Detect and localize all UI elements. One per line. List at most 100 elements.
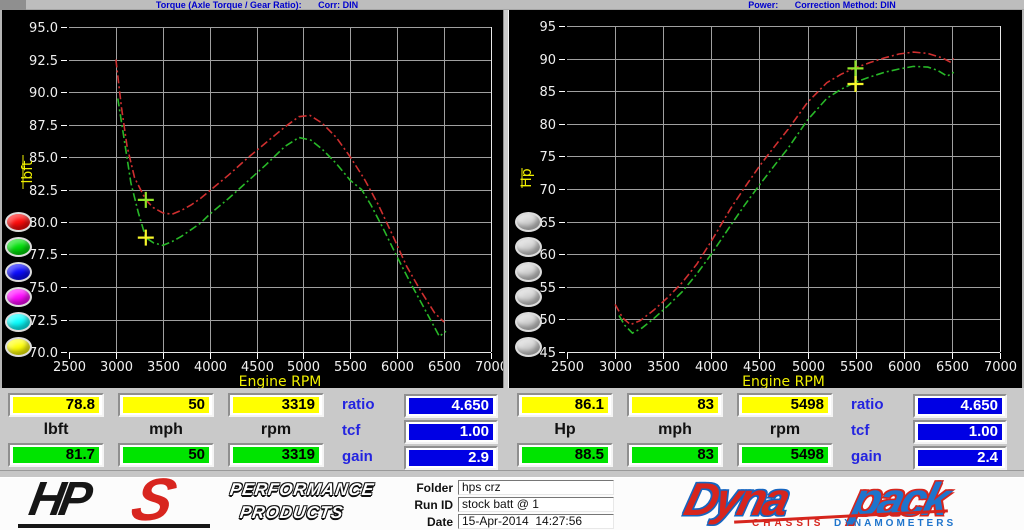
value-box: 2.4 [913, 446, 1007, 470]
svg-text:70.0: 70.0 [29, 346, 58, 361]
value-box: 81.7 [8, 443, 104, 467]
value-box: 4.650 [913, 394, 1007, 418]
date-label: Date [398, 515, 453, 529]
svg-text:75.0: 75.0 [29, 281, 58, 296]
svg-text:5000: 5000 [792, 360, 825, 375]
rpm-unit-label: rpm [737, 421, 833, 439]
run-button-gray-6[interactable] [515, 337, 542, 357]
svg-text:4500: 4500 [241, 360, 274, 375]
svg-text:2500: 2500 [53, 360, 86, 375]
power-unit-label: Hp [517, 421, 613, 439]
speed-green-value: 83 [632, 447, 718, 463]
svg-text:82.5: 82.5 [29, 184, 58, 199]
svg-text:75: 75 [539, 150, 556, 165]
axis-titles: Engine RPM lbft [20, 155, 321, 388]
run-button-gray-1[interactable] [515, 212, 542, 232]
dyno-software-window: Torque (Axle Torque / Gear Ratio): Corr:… [0, 0, 1024, 530]
run-button-red[interactable] [5, 212, 32, 232]
power-chart-title: Power: [748, 0, 778, 10]
speed-yellow-value: 50 [123, 397, 209, 413]
rpm-yellow-value: 5498 [742, 397, 828, 413]
value-box: 1.00 [404, 420, 498, 444]
power-green-value: 88.5 [522, 447, 608, 463]
cursor-yellow[interactable] [138, 230, 154, 246]
run-button-gray-2[interactable] [515, 237, 542, 257]
run-id-field[interactable]: stock batt @ 1 [458, 497, 614, 512]
power-correction-label: Correction Method: DIN [795, 0, 896, 10]
svg-text:3500: 3500 [147, 360, 180, 375]
axis-tick-labels: 9590858075706560555045250030003500400045… [539, 20, 1017, 375]
date-field[interactable]: 15-Apr-2014 14:27:56 [458, 514, 614, 529]
svg-text:65: 65 [539, 216, 556, 231]
svg-text:87.5: 87.5 [29, 119, 58, 134]
torque-chart-panel: 95.092.590.087.585.082.580.077.575.072.5… [0, 10, 503, 388]
title-bar: Torque (Axle Torque / Gear Ratio): Corr:… [0, 0, 1024, 10]
power-yellow-value: 86.1 [522, 397, 608, 413]
svg-text:80: 80 [539, 118, 556, 133]
run-button-yellow[interactable] [5, 337, 32, 357]
folder-field[interactable]: hps crz [458, 480, 614, 495]
svg-text:45: 45 [539, 346, 556, 361]
value-box: 50 [118, 443, 214, 467]
torque-chart-header: Torque (Axle Torque / Gear Ratio): Corr:… [57, 0, 457, 10]
svg-text:4000: 4000 [695, 360, 728, 375]
dynapack-logo: Dyna pack CHASSIS DYNAMOMETERS [672, 472, 1024, 530]
axis-ticks [61, 28, 492, 360]
run-info-form: Folder hps crz Run ID stock batt @ 1 Dat… [398, 478, 628, 530]
svg-text:5500: 5500 [840, 360, 873, 375]
speed-unit-label: mph [627, 421, 723, 439]
cursor-green[interactable] [847, 60, 863, 76]
rpm-green-value: 5498 [742, 447, 828, 463]
cursor-yellow[interactable] [847, 76, 863, 92]
svg-text:6500: 6500 [936, 360, 969, 375]
gain-value: 2.4 [918, 450, 1002, 466]
torque-correction-label: Corr: DIN [318, 0, 358, 10]
hps-performance-text: PERFORMANCE [229, 480, 376, 500]
dynapack-dynamometers-text: DYNAMOMETERS [834, 518, 956, 529]
hps-logo-underline [18, 524, 210, 528]
x-axis-title: Engine RPM [239, 374, 322, 388]
y-axis-title: lbft [20, 160, 36, 183]
svg-text:55: 55 [539, 281, 556, 296]
svg-text:60: 60 [539, 248, 556, 263]
run-id-label: Run ID [398, 498, 453, 512]
ratio-label: ratio [342, 396, 375, 413]
run-button-blue[interactable] [5, 262, 32, 282]
torque-unit-label: lbft [8, 421, 104, 439]
svg-text:7000: 7000 [475, 360, 503, 375]
run-button-gray-3[interactable] [515, 262, 542, 282]
tcf-value: 1.00 [409, 424, 493, 440]
power-chart-header: Power: Correction Method: DIN [622, 0, 1022, 10]
axis-titles: Engine RPMHp [519, 168, 825, 388]
svg-text:70: 70 [539, 183, 556, 198]
svg-text:5000: 5000 [287, 360, 320, 375]
run-button-magenta[interactable] [5, 287, 32, 307]
run-button-gray-4[interactable] [515, 287, 542, 307]
title-bar-corner [0, 0, 26, 10]
run-button-green[interactable] [5, 237, 32, 257]
torque-chart[interactable]: 95.092.590.087.585.082.580.077.575.072.5… [2, 10, 503, 388]
svg-text:6000: 6000 [888, 360, 921, 375]
svg-text:95.0: 95.0 [29, 21, 58, 36]
value-box: 50 [118, 393, 214, 417]
run-button-gray-5[interactable] [515, 312, 542, 332]
svg-text:90.0: 90.0 [29, 86, 58, 101]
hps-products-text: PRODUCTS [239, 503, 345, 523]
svg-text:72.5: 72.5 [29, 314, 58, 329]
gain-value: 2.9 [409, 450, 493, 466]
svg-text:6500: 6500 [428, 360, 461, 375]
svg-text:92.5: 92.5 [29, 54, 58, 69]
dynapack-chassis-text: CHASSIS [752, 518, 824, 529]
ratio-value: 4.650 [409, 398, 493, 414]
cursor-green[interactable] [138, 192, 154, 208]
gain-label: gain [851, 448, 882, 465]
hps-logo-hp: HP [25, 472, 91, 527]
hps-logo: HP S PERFORMANCE PRODUCTS [16, 478, 426, 530]
run-button-cyan[interactable] [5, 312, 32, 332]
torque-chart-title: Torque (Axle Torque / Gear Ratio): [156, 0, 302, 10]
svg-text:2500: 2500 [551, 360, 584, 375]
power-chart[interactable]: 9590858075706560555045250030003500400045… [509, 10, 1022, 388]
tcf-label: tcf [851, 422, 869, 439]
value-box: 2.9 [404, 446, 498, 470]
speed-green-value: 50 [123, 447, 209, 463]
